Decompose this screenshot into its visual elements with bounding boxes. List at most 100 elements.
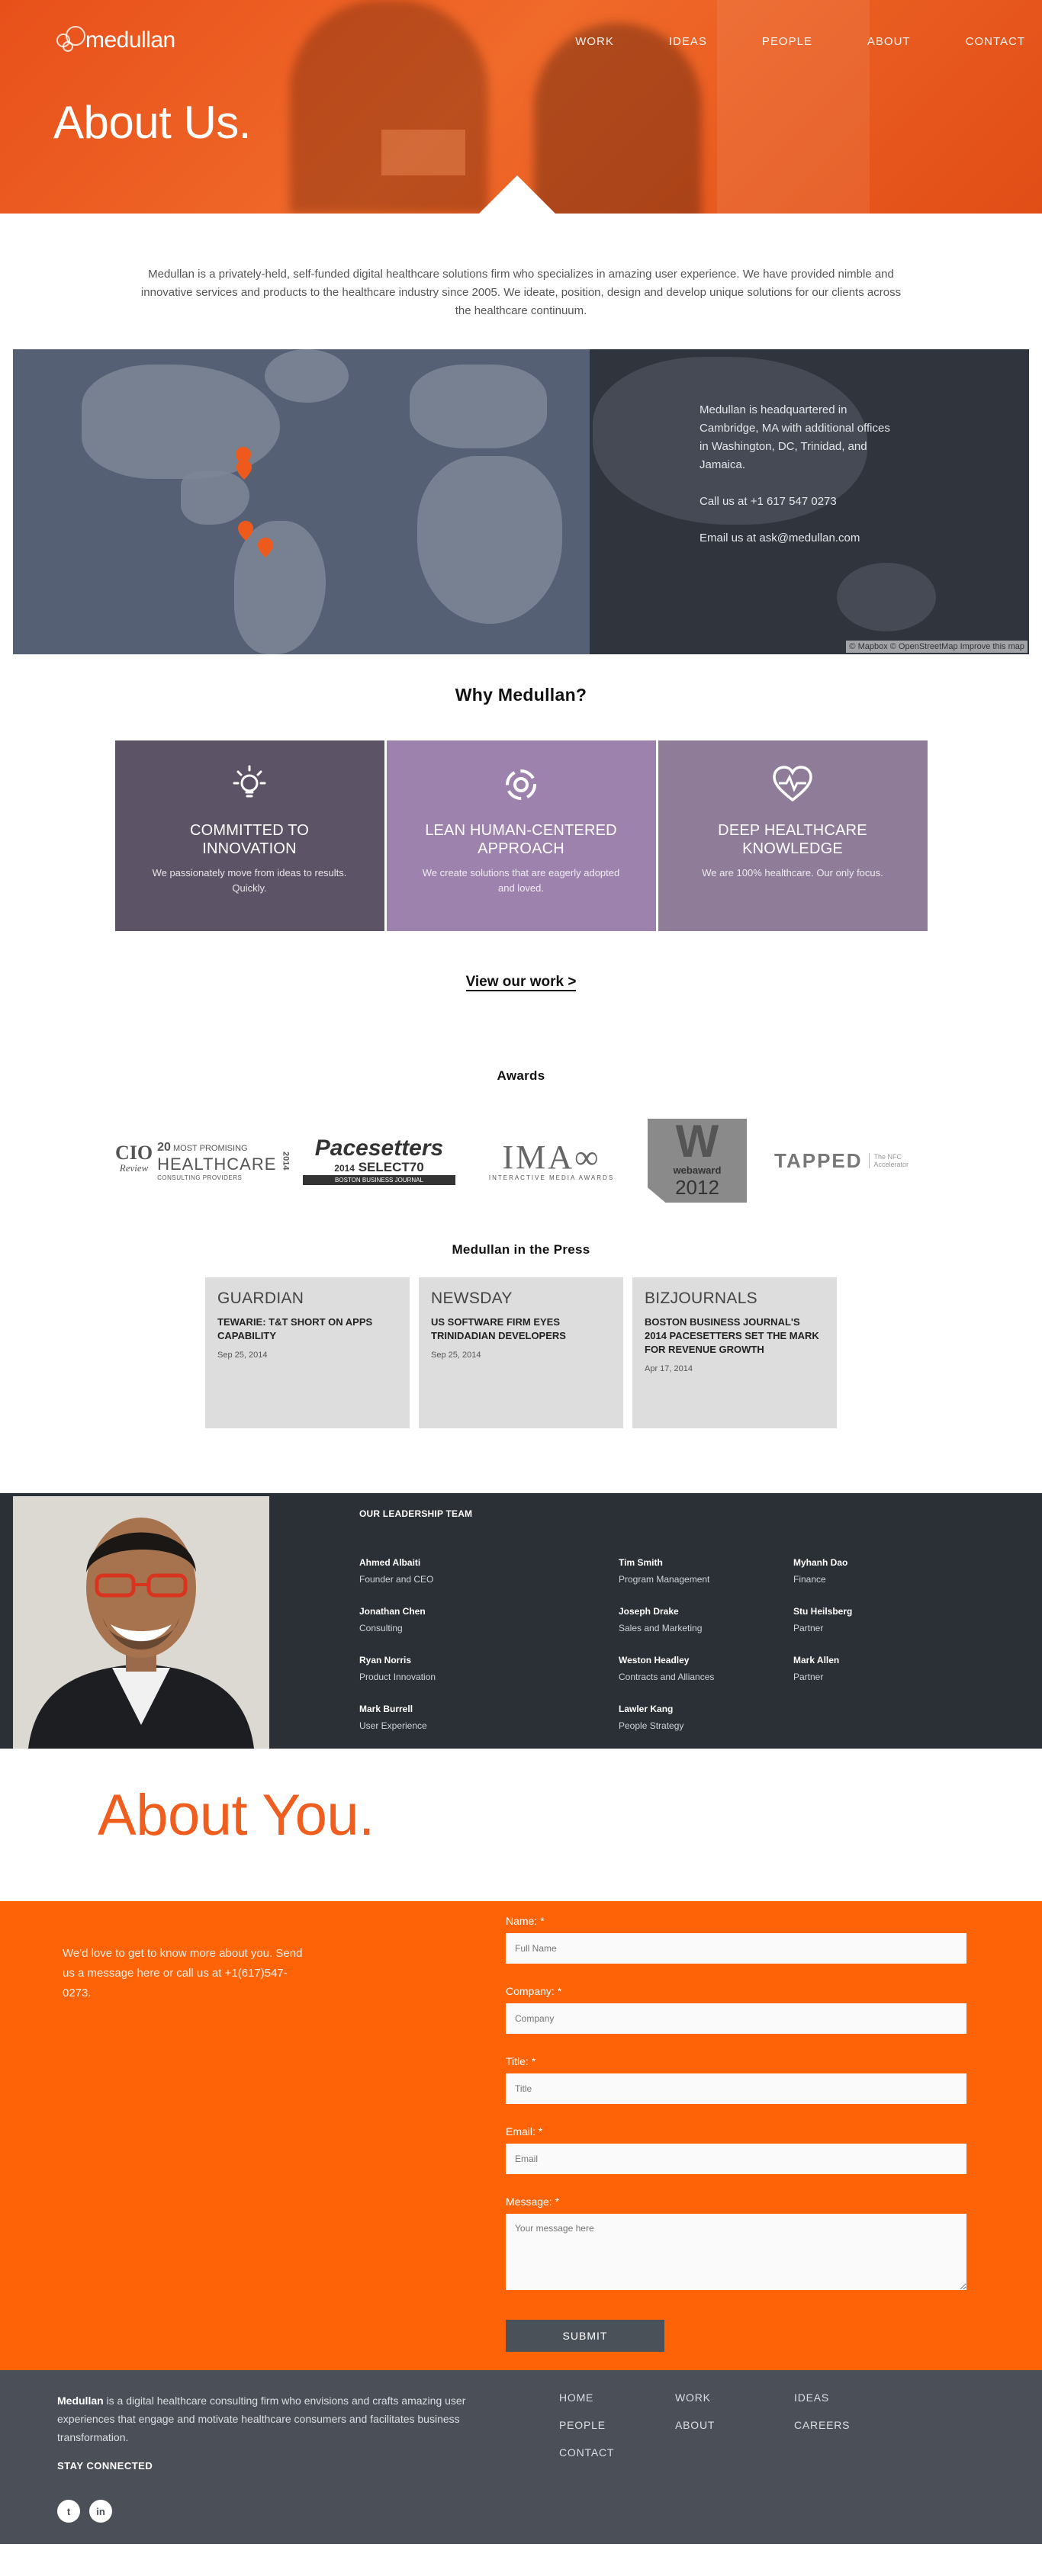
press-headline: US SOFTWARE FIRM EYES TRINIDADIAN DEVELO… (431, 1316, 566, 1341)
footer-link-contact[interactable]: CONTACT (559, 2446, 614, 2459)
team-member[interactable]: Ryan Norris Product Innovation (359, 1652, 436, 1685)
why-card-lean: LEAN HUMAN-CENTERED APPROACH We create s… (386, 740, 656, 931)
name-label: Name: * (506, 1915, 545, 1927)
contact-message: We'd love to get to know more about you.… (63, 1947, 303, 1999)
footer-link-work[interactable]: WORK (675, 2391, 711, 2404)
press-card[interactable]: NEWSDAY US SOFTWARE FIRM EYES TRINIDADIA… (419, 1277, 623, 1428)
webaward-logo: W webaward 2012 (648, 1119, 747, 1203)
press-card[interactable]: GUARDIAN TEWARIE: T&T SHORT ON APPS CAPA… (205, 1277, 410, 1428)
press-title: Medullan in the Press (452, 1242, 590, 1257)
award-logos: CIO Review 20 MOST PROMISING HEALTHCARE CON… (0, 1119, 1042, 1203)
why-cards: COMMITTED TO INNOVATION We passionately … (0, 740, 1042, 931)
nav-ideas[interactable]: IDEAS (669, 35, 707, 48)
email-field[interactable] (506, 2144, 966, 2174)
why-card-innovation: COMMITTED TO INNOVATION We passionately … (114, 740, 384, 931)
map-land-africa (417, 456, 562, 624)
hero-photo-shadow (290, 0, 488, 214)
team-member[interactable]: Ahmed Albaiti Founder and CEO (359, 1554, 433, 1588)
card-title: LEAN HUMAN-CENTERED APPROACH (425, 822, 617, 857)
leadership-section: OUR LEADERSHIP TEAM Ahmed Albaiti Founder… (0, 1493, 1042, 1749)
hero-photo-highlight (717, 0, 870, 214)
nav-about[interactable]: ABOUT (867, 35, 911, 48)
footer-link-ideas[interactable]: IDEAS (794, 2391, 829, 2404)
nav-work[interactable]: WORK (575, 35, 614, 48)
hero-notch (479, 175, 555, 214)
press-headline: TEWARIE: T&T SHORT ON APPS CAPABILITY (217, 1316, 373, 1341)
press-headline: BOSTON BUSINESS JOURNAL'S 2014 PACESETTE… (645, 1316, 819, 1355)
email-label: Email: * (506, 2125, 543, 2138)
footer-about: Medullan is a digital healthcare consult… (57, 2395, 466, 2443)
twitter-icon[interactable]: t (57, 2500, 80, 2523)
team-member[interactable]: Weston Headley Contracts and Alliances (619, 1652, 714, 1685)
cycle-icon (500, 763, 542, 806)
hero-banner: medullan WORK IDEAS PEOPLE ABOUT CONTACT… (0, 0, 1042, 214)
team-member[interactable]: Stu Heilsberg Partner (793, 1603, 852, 1636)
press-card[interactable]: BIZJOURNALS BOSTON BUSINESS JOURNAL'S 20… (632, 1277, 837, 1428)
submit-button[interactable]: SUBMIT (506, 2320, 664, 2352)
team-member[interactable]: Tim Smith Program Management (619, 1554, 709, 1588)
map-land-greenland (265, 349, 349, 403)
map-credit[interactable]: © Mapbox © OpenStreetMap Improve this ma… (846, 641, 1028, 653)
hero-photo-highlight (381, 130, 465, 175)
lightbulb-icon (228, 763, 271, 806)
logo-circles-icon (55, 23, 90, 58)
team-member[interactable]: Mark Burrell User Experience (359, 1701, 427, 1734)
nav-contact[interactable]: CONTACT (966, 35, 1025, 48)
footer-link-about[interactable]: ABOUT (675, 2419, 715, 2431)
press-date: Sep 25, 2014 (217, 1351, 268, 1360)
footer-link-home[interactable]: HOME (559, 2391, 593, 2404)
hero-photo-shadow (534, 23, 702, 214)
team-member[interactable]: Myhanh Dao Finance (793, 1554, 847, 1588)
intro-text: Medullan is a privately-held, self-funde… (140, 268, 902, 317)
heart-pulse-icon (771, 763, 814, 806)
leadership-title: OUR LEADERSHIP TEAM (359, 1508, 473, 1519)
phone-text: Call us at +1 617 547 0273 (699, 495, 837, 508)
company-label: Company: * (506, 1985, 562, 1997)
card-title: DEEP HEALTHCARE KNOWLEDGE (718, 822, 867, 857)
press-date: Apr 17, 2014 (645, 1364, 693, 1373)
team-member[interactable]: Lawler Kang People Strategy (619, 1701, 683, 1734)
card-text: We passionately move from ideas to resul… (152, 867, 347, 894)
why-title: Why Medullan? (455, 685, 587, 705)
card-title: COMMITTED TO INNOVATION (189, 822, 310, 857)
map-land-australia (837, 563, 936, 631)
press-source: BIZJOURNALS (645, 1290, 757, 1307)
press-date: Sep 25, 2014 (431, 1351, 481, 1360)
company-field[interactable] (506, 2003, 966, 2034)
name-field[interactable] (506, 1933, 966, 1964)
view-work: View our work > (0, 974, 1042, 991)
map-land-europe (410, 365, 547, 448)
about-you-title: About You. (98, 1783, 375, 1848)
brand-name: medullan (85, 27, 175, 53)
stay-connected-label: STAY CONNECTED (57, 2460, 153, 2472)
map-info: Medullan is headquartered in Cambridge, … (699, 401, 898, 566)
footer-link-people[interactable]: PEOPLE (559, 2419, 606, 2431)
main-nav: WORK IDEAS PEOPLE ABOUT CONTACT (520, 35, 1025, 48)
title-label: Title: * (506, 2055, 536, 2067)
social-links: t in (57, 2500, 112, 2523)
team-member[interactable]: Mark Allen Partner (793, 1652, 839, 1685)
contact-form: Name: * Company: * Title: * Email: * Mes… (506, 1915, 966, 2352)
brand-logo[interactable]: medullan (55, 23, 175, 58)
message-field[interactable] (506, 2214, 966, 2290)
ima-award-logo: IMA∞ INTERACTIVE MEDIA AWARDS (488, 1138, 615, 1181)
view-work-link[interactable]: View our work > (465, 974, 577, 991)
about-you-header: About You. (0, 1749, 1042, 1901)
why-card-healthcare: DEEP HEALTHCARE KNOWLEDGE We are 100% he… (658, 740, 928, 931)
linkedin-icon[interactable]: in (89, 2500, 112, 2523)
footer-link-careers[interactable]: CAREERS (794, 2419, 850, 2431)
map-pin-washington[interactable] (236, 460, 252, 480)
cio-review-award-logo: CIO Review 20 MOST PROMISING HEALTHCARE CON… (115, 1140, 291, 1181)
email-text: Email us at ask@medullan.com (699, 532, 860, 544)
contact-section: We'd love to get to know more about you.… (0, 1901, 1042, 2370)
card-text: We are 100% healthcare. Our only focus. (702, 867, 883, 878)
map-pin-jamaica[interactable] (238, 521, 253, 541)
map-pin-trinidad[interactable] (258, 538, 273, 557)
nav-people[interactable]: PEOPLE (762, 35, 812, 48)
press-source: NEWSDAY (431, 1290, 513, 1307)
team-member[interactable]: Joseph Drake Sales and Marketing (619, 1603, 702, 1636)
press-section: Medullan in the Press GUARDIAN TEWARIE: … (0, 1242, 1042, 1428)
office-map[interactable]: Medullan is headquartered in Cambridge, … (13, 349, 1029, 654)
team-member[interactable]: Jonathan Chen Consulting (359, 1603, 426, 1636)
title-field[interactable] (506, 2073, 966, 2104)
